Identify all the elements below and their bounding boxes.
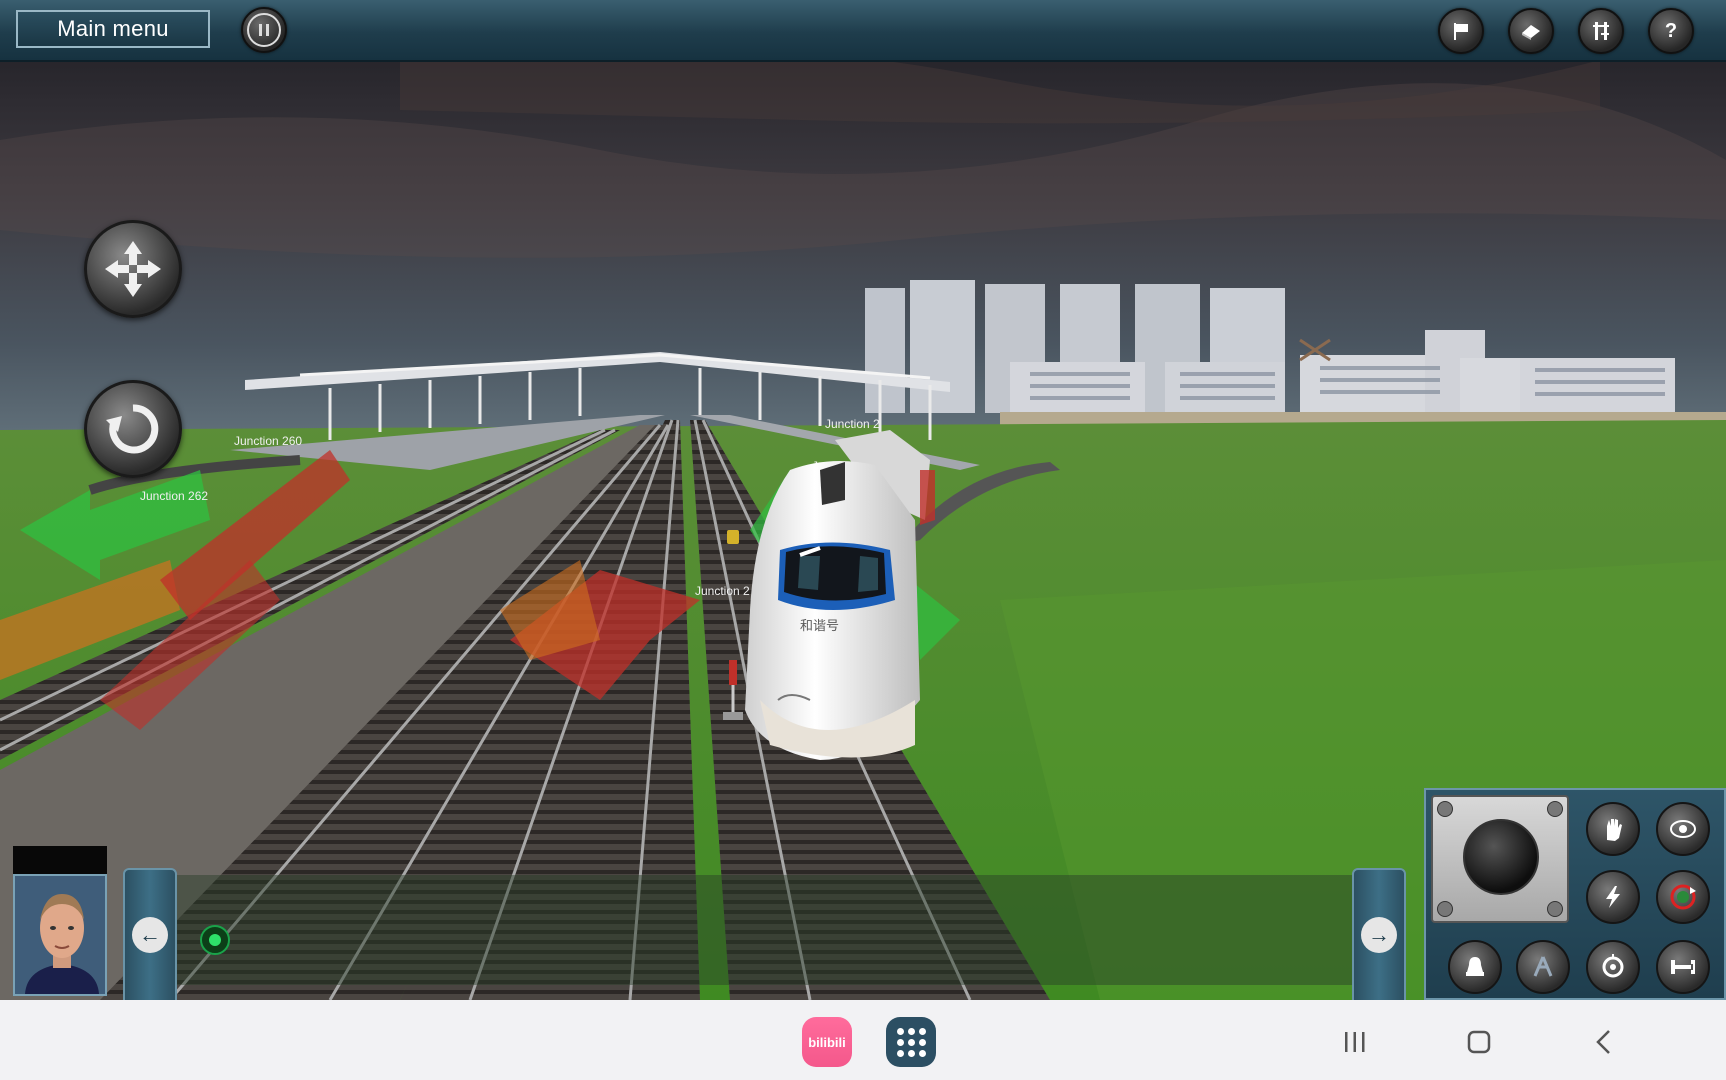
headlight-button[interactable] (1586, 940, 1640, 994)
train-control-panel (1424, 788, 1726, 1000)
stop-hand-icon (1607, 819, 1622, 841)
reverse-icon (1670, 884, 1696, 910)
green-dot-icon (209, 934, 221, 946)
pantograph-icon (1533, 956, 1553, 977)
horn-button[interactable] (1448, 940, 1502, 994)
bilibili-label: bilibili (808, 1034, 846, 1050)
recent-apps-icon (1345, 1032, 1365, 1052)
top-toolbar: Main menu ? (0, 0, 1726, 62)
next-train-button[interactable]: → (1352, 868, 1406, 1002)
avatar (13, 874, 107, 996)
home-icon (1467, 1030, 1491, 1054)
flag-button[interactable] (1438, 8, 1484, 54)
screw (1547, 801, 1563, 817)
move-camera-icon (105, 241, 161, 297)
power-icon (1606, 886, 1620, 908)
pause-icon (247, 13, 281, 47)
throttle-joystick-panel (1431, 795, 1569, 923)
train-name-plate: 和谐号 (800, 618, 839, 633)
pause-button[interactable] (241, 7, 287, 53)
back-button[interactable] (1582, 1022, 1626, 1062)
home-button[interactable] (1457, 1022, 1501, 1062)
coupler-button[interactable] (1656, 940, 1710, 994)
pantograph-button[interactable] (1516, 940, 1570, 994)
eraser-button[interactable] (1508, 8, 1554, 54)
reverse-button[interactable] (1656, 870, 1710, 924)
throttle-joystick[interactable] (1463, 819, 1539, 895)
rotate-camera-button[interactable] (84, 380, 182, 478)
recent-apps-button[interactable] (1333, 1022, 1377, 1062)
driver-portrait (15, 876, 105, 994)
headlight-icon (1602, 954, 1624, 978)
bilibili-app-icon[interactable]: bilibili (802, 1017, 852, 1067)
arrow-left-icon: ← (132, 917, 168, 953)
coupler-icon (1671, 960, 1695, 974)
flag-icon (1454, 23, 1468, 40)
screw (1437, 901, 1453, 917)
app-drawer-button[interactable] (886, 1017, 936, 1067)
junction-label: Junction 2 (695, 584, 750, 598)
rotate-camera-icon (106, 404, 159, 454)
camera-view-icon (1670, 820, 1696, 838)
camera-view-button[interactable] (1656, 802, 1710, 856)
screw (1437, 801, 1453, 817)
help-button[interactable]: ? (1648, 8, 1694, 54)
main-menu-button[interactable]: Main menu (16, 10, 210, 48)
train-marker-button[interactable] (200, 925, 230, 955)
track-tools-button[interactable] (1578, 8, 1624, 54)
power-button[interactable] (1586, 870, 1640, 924)
horn-icon (1466, 957, 1484, 976)
move-camera-button[interactable] (84, 220, 182, 318)
avatar-header (13, 846, 107, 874)
eraser-icon (1522, 25, 1540, 40)
driver-avatar[interactable] (13, 846, 107, 996)
track-tools-icon (1593, 22, 1609, 40)
back-icon (1596, 1030, 1610, 1054)
arrow-right-icon: → (1361, 917, 1397, 953)
previous-train-button[interactable]: ← (123, 868, 177, 1002)
driver-bar (160, 875, 1353, 985)
stop-button[interactable] (1586, 802, 1640, 856)
junction-label: Junction 2 (825, 417, 880, 431)
junction-label: Junction 262 (140, 489, 208, 503)
junction-label: Junction 260 (234, 434, 302, 448)
help-icon: ? (1664, 19, 1678, 42)
screw (1547, 901, 1563, 917)
